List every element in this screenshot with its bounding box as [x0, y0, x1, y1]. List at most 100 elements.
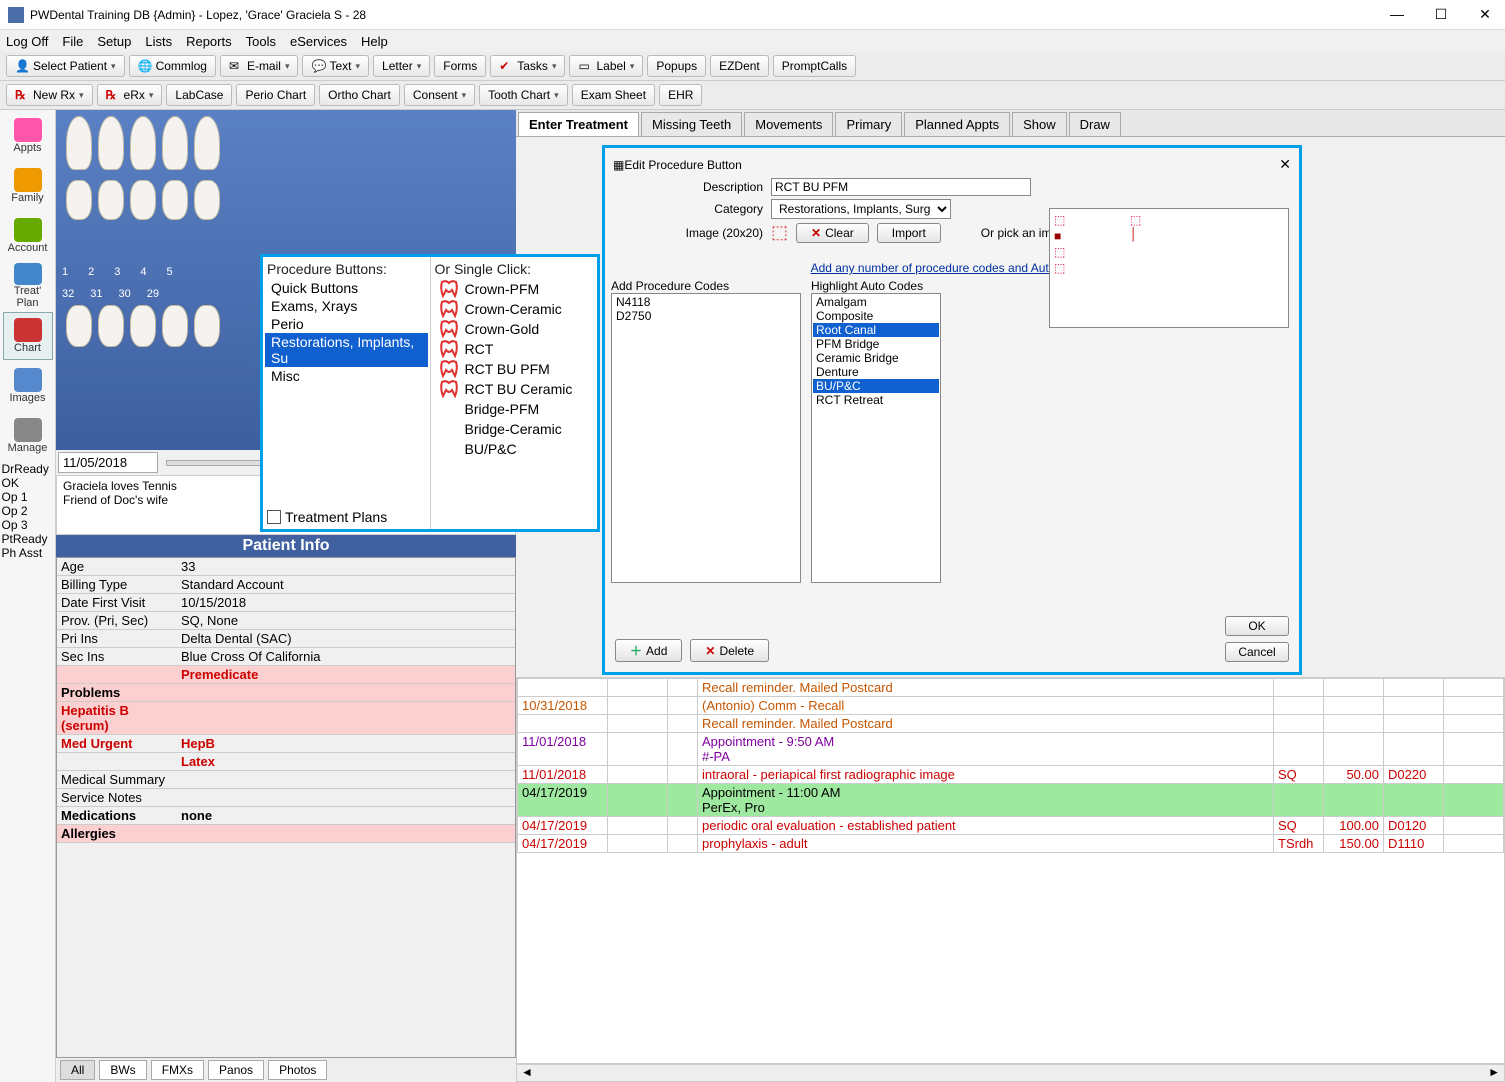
- proc-cat-item[interactable]: Quick Buttons: [265, 279, 428, 297]
- category-select[interactable]: Restorations, Implants, Surgery: [771, 199, 951, 219]
- tasks-button[interactable]: ✔Tasks: [490, 55, 565, 77]
- text-button[interactable]: 💬Text: [302, 55, 369, 77]
- autocode-item[interactable]: PFM Bridge: [813, 337, 939, 351]
- nav-family[interactable]: Family: [3, 162, 53, 210]
- tab-movements[interactable]: Movements: [744, 112, 833, 136]
- log-row[interactable]: 04/17/2019Appointment - 11:00 AM PerEx, …: [518, 784, 1504, 817]
- add-button[interactable]: ＋Add: [615, 639, 682, 662]
- delete-button[interactable]: ✕Delete: [690, 639, 769, 662]
- progress-notes-grid[interactable]: Recall reminder. Mailed Postcard10/31/20…: [516, 677, 1505, 1064]
- menu-reports[interactable]: Reports: [186, 34, 232, 49]
- autocode-item[interactable]: Root Canal: [813, 323, 939, 337]
- ok-button[interactable]: OK: [1225, 616, 1289, 636]
- status-ok[interactable]: OK: [2, 476, 54, 490]
- nav-appts[interactable]: Appts: [3, 112, 53, 160]
- dialog-close-button[interactable]: ✕: [1279, 156, 1291, 173]
- proc-item[interactable]: BU/P&C: [433, 439, 596, 459]
- log-row[interactable]: 04/17/2019periodic oral evaluation - est…: [518, 817, 1504, 835]
- log-row[interactable]: 11/01/2018Appointment - 9:50 AM #-PA: [518, 733, 1504, 766]
- autocode-item[interactable]: Amalgam: [813, 295, 939, 309]
- proc-cat-item[interactable]: Restorations, Implants, Su: [265, 333, 428, 367]
- erx-button[interactable]: ℞eRx: [97, 84, 163, 106]
- tooth-chart-button[interactable]: Tooth Chart: [479, 84, 568, 106]
- imgtab-all[interactable]: All: [60, 1060, 95, 1080]
- log-row[interactable]: 11/01/2018intraoral - periapical first r…: [518, 766, 1504, 784]
- proc-item[interactable]: Bridge-Ceramic: [433, 419, 596, 439]
- status-op-1[interactable]: Op 1: [2, 490, 54, 504]
- perio-chart-button[interactable]: Perio Chart: [236, 84, 315, 106]
- proc-item[interactable]: Crown-PFM: [433, 279, 596, 299]
- import-button[interactable]: Import: [877, 223, 941, 243]
- proc-cat-item[interactable]: Perio: [265, 315, 428, 333]
- clear-button[interactable]: ✕Clear: [796, 223, 869, 243]
- imgtab-panos[interactable]: Panos: [208, 1060, 264, 1080]
- code-item[interactable]: D2750: [613, 309, 799, 323]
- proc-item[interactable]: RCT BU PFM: [433, 359, 596, 379]
- description-input[interactable]: [771, 178, 1031, 196]
- consent-button[interactable]: Consent: [404, 84, 475, 106]
- status-ph-asst[interactable]: Ph Asst: [2, 546, 54, 560]
- codes-listbox[interactable]: N4118D2750: [611, 293, 801, 583]
- log-row[interactable]: 10/31/2018(Antonio) Comm - Recall: [518, 697, 1504, 715]
- proc-item[interactable]: Crown-Ceramic: [433, 299, 596, 319]
- ezdent-button[interactable]: EZDent: [710, 55, 769, 77]
- nav-account[interactable]: Account: [3, 212, 53, 260]
- proc-item[interactable]: RCT: [433, 339, 596, 359]
- menu-tools[interactable]: Tools: [246, 34, 276, 49]
- label-button[interactable]: ▭Label: [569, 55, 643, 77]
- minimize-button[interactable]: —: [1385, 6, 1409, 23]
- log-row[interactable]: 04/17/2019prophylaxis - adultTSrdh150.00…: [518, 835, 1504, 853]
- ehr-button[interactable]: EHR: [659, 84, 702, 106]
- commlog-button[interactable]: 🌐Commlog: [129, 55, 216, 77]
- autocode-item[interactable]: Denture: [813, 365, 939, 379]
- nav-images[interactable]: Images: [3, 362, 53, 410]
- tab-planned-appts[interactable]: Planned Appts: [904, 112, 1010, 136]
- nav-treat-plan[interactable]: Treat' Plan: [3, 262, 53, 310]
- proc-cat-item[interactable]: Misc: [265, 367, 428, 385]
- new-rx-button[interactable]: ℞New Rx: [6, 84, 93, 106]
- select-patient-button[interactable]: 👤Select Patient: [6, 55, 125, 77]
- menu-help[interactable]: Help: [361, 34, 388, 49]
- exam-sheet-button[interactable]: Exam Sheet: [572, 84, 655, 106]
- scroll-right-icon[interactable]: ►: [1488, 1065, 1500, 1081]
- tab-draw[interactable]: Draw: [1069, 112, 1121, 136]
- tab-missing-teeth[interactable]: Missing Teeth: [641, 112, 742, 136]
- scroll-left-icon[interactable]: ◄: [521, 1065, 533, 1081]
- menu-eservices[interactable]: eServices: [290, 34, 347, 49]
- autocode-item[interactable]: Ceramic Bridge: [813, 351, 939, 365]
- proc-item[interactable]: RCT BU Ceramic: [433, 379, 596, 399]
- note-date-input[interactable]: [58, 452, 158, 473]
- menu-lists[interactable]: Lists: [145, 34, 172, 49]
- email-button[interactable]: ✉E-mail: [220, 55, 299, 77]
- code-item[interactable]: N4118: [613, 295, 799, 309]
- status-ptready[interactable]: PtReady: [2, 532, 54, 546]
- status-op-2[interactable]: Op 2: [2, 504, 54, 518]
- ortho-chart-button[interactable]: Ortho Chart: [319, 84, 400, 106]
- autocodes-listbox[interactable]: AmalgamCompositeRoot CanalPFM BridgeCera…: [811, 293, 941, 583]
- labcase-button[interactable]: LabCase: [166, 84, 232, 106]
- imgtab-bws[interactable]: BWs: [99, 1060, 146, 1080]
- autocode-item[interactable]: BU/P&C: [813, 379, 939, 393]
- imgtab-photos[interactable]: Photos: [268, 1060, 327, 1080]
- maximize-button[interactable]: ☐: [1429, 6, 1453, 23]
- letter-button[interactable]: Letter: [373, 55, 430, 77]
- nav-manage[interactable]: Manage: [3, 412, 53, 460]
- menu-setup[interactable]: Setup: [97, 34, 131, 49]
- imgtab-fmxs[interactable]: FMXs: [151, 1060, 204, 1080]
- tab-primary[interactable]: Primary: [835, 112, 902, 136]
- log-row[interactable]: Recall reminder. Mailed Postcard: [518, 679, 1504, 697]
- status-drready[interactable]: DrReady: [2, 462, 54, 476]
- menu-file[interactable]: File: [62, 34, 83, 49]
- close-button[interactable]: ✕: [1473, 6, 1497, 23]
- autocode-item[interactable]: Composite: [813, 309, 939, 323]
- forms-button[interactable]: Forms: [434, 55, 486, 77]
- tab-enter-treatment[interactable]: Enter Treatment: [518, 112, 639, 136]
- menu-log-off[interactable]: Log Off: [6, 34, 48, 49]
- proc-cat-item[interactable]: Exams, Xrays: [265, 297, 428, 315]
- treatment-plans-checkbox[interactable]: [267, 510, 281, 524]
- popups-button[interactable]: Popups: [647, 55, 706, 77]
- proc-item[interactable]: Crown-Gold: [433, 319, 596, 339]
- proc-item[interactable]: Bridge-PFM: [433, 399, 596, 419]
- log-row[interactable]: Recall reminder. Mailed Postcard: [518, 715, 1504, 733]
- tab-show[interactable]: Show: [1012, 112, 1067, 136]
